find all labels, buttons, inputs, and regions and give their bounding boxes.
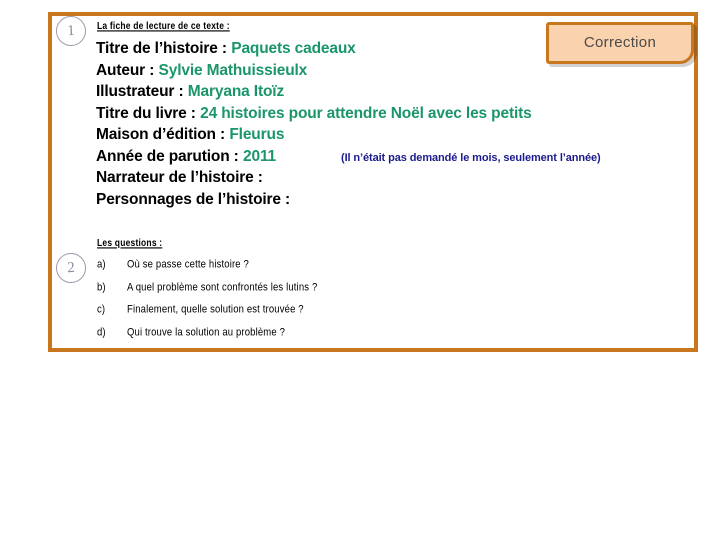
question-marker: a) [97,258,106,272]
fiche-row-label: Titre du livre : [96,104,196,122]
fiche-row-label: Personnages de l’histoire : [96,190,291,208]
fiche-row-answer: Sylvie Mathuissieulx [158,61,308,79]
fiche-row-answer: 2011 [243,147,277,165]
fiche-row: Personnages de l’histoire : [96,189,696,211]
question-text: Qui trouve la solution au problème ? [127,325,286,339]
fiche-row: Maison d’édition : Fleurus [96,124,696,146]
question-item: d) Qui trouve la solution au problème ? [97,326,547,353]
question-text: A quel problème sont confrontés les luti… [127,280,318,294]
question-marker: b) [97,280,106,294]
fiche-row: Illustrateur : Maryana Itoïz [96,81,696,103]
fiche-row-label: Titre de l’histoire : [96,40,227,57]
fiche-row: Narrateur de l’histoire : [96,167,696,189]
fiche-row-answer: 24 histoires pour attendre Noël avec les… [200,104,532,122]
fiche-row: Titre du livre : 24 histoires pour atten… [96,103,696,125]
questions-list: a) Où se passe cette histoire ? b) A quel p… [97,258,547,348]
fiche-row-answer: Maryana Itoïz [187,83,285,100]
fiche-row-label: Auteur : [96,61,155,79]
question-text: Finalement, quelle solution est trouvée … [127,303,304,317]
fiche-row-note: (Il n’était pas demandé le mois, seuleme… [341,151,601,164]
fiche-row: Année de parution : 2011 (Il n’était pas … [96,146,696,168]
fiche-section-heading: La fiche de lecture de ce texte : [97,20,230,32]
fiche-row-answer: Fleurus [229,126,285,143]
question-marker: d) [97,325,106,339]
fiche-row-label: Année de parution : [96,147,239,165]
fiche-row-label: Maison d’édition : [96,126,226,143]
fiche-row-label: Narrateur de l’histoire : [96,169,263,186]
question-text: Où se passe cette histoire ? [127,258,249,272]
questions-section-heading: Les questions : [97,237,163,249]
correction-badge[interactable]: Correction [546,22,694,64]
fiche-row-label: Illustrateur : [96,83,184,100]
fiche-row-answer: Paquets cadeaux [231,40,356,57]
question-marker: c) [97,303,106,317]
